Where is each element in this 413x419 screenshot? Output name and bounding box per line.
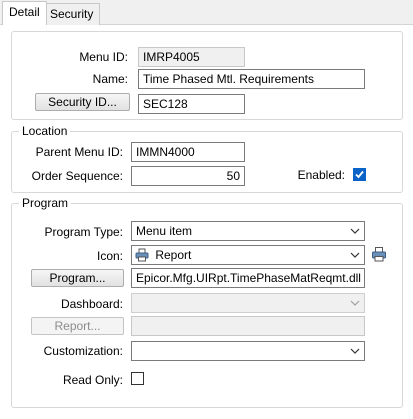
- read-only-label: Read Only:: [62, 373, 123, 387]
- program-path-field[interactable]: Epicor.Mfg.UIRpt.TimePhaseMatReqmt.dll: [131, 268, 365, 288]
- program-type-label: Program Type:: [44, 225, 123, 239]
- tab-detail[interactable]: Detail: [2, 1, 47, 25]
- enabled-label: Enabled:: [297, 168, 345, 182]
- chevron-down-icon: [350, 348, 360, 354]
- icon-value: Report: [155, 248, 192, 262]
- customization-label: Customization:: [43, 344, 123, 358]
- printer-icon: [372, 247, 386, 262]
- report-field: [131, 316, 365, 336]
- checkmark-icon: [355, 170, 364, 179]
- report-button: Report...: [31, 317, 124, 335]
- program-type-dropdown[interactable]: Menu item: [131, 221, 365, 241]
- menu-id-label: Menu ID:: [79, 50, 128, 64]
- read-only-checkbox[interactable]: [131, 372, 144, 385]
- name-field[interactable]: Time Phased Mtl. Requirements: [138, 69, 365, 89]
- security-id-field[interactable]: SEC128: [138, 94, 245, 114]
- enabled-checkbox[interactable]: [353, 168, 366, 181]
- order-sequence-field[interactable]: 50: [131, 166, 245, 186]
- tab-security[interactable]: Security: [43, 3, 101, 25]
- chevron-down-icon: [350, 228, 360, 234]
- parent-menu-id-label: Parent Menu ID:: [35, 145, 123, 159]
- icon-dropdown[interactable]: Report: [131, 245, 365, 265]
- parent-menu-id-field[interactable]: IMMN4000: [131, 142, 245, 162]
- chevron-down-icon: [350, 300, 360, 306]
- icon-label: Icon:: [96, 249, 123, 263]
- program-type-value: Menu item: [136, 224, 193, 238]
- order-sequence-label: Order Sequence:: [31, 169, 123, 183]
- program-group-title: Program: [19, 196, 72, 210]
- security-id-button[interactable]: Security ID...: [35, 93, 130, 111]
- dashboard-label: Dashboard:: [60, 297, 123, 311]
- program-button[interactable]: Program...: [31, 269, 124, 287]
- printer-icon: [135, 248, 149, 262]
- customization-dropdown[interactable]: [131, 341, 365, 361]
- dashboard-dropdown: [131, 293, 365, 313]
- name-label: Name:: [92, 72, 128, 86]
- location-group-title: Location: [19, 124, 71, 138]
- chevron-down-icon: [350, 252, 360, 258]
- menu-id-field: IMRP4005: [138, 47, 245, 67]
